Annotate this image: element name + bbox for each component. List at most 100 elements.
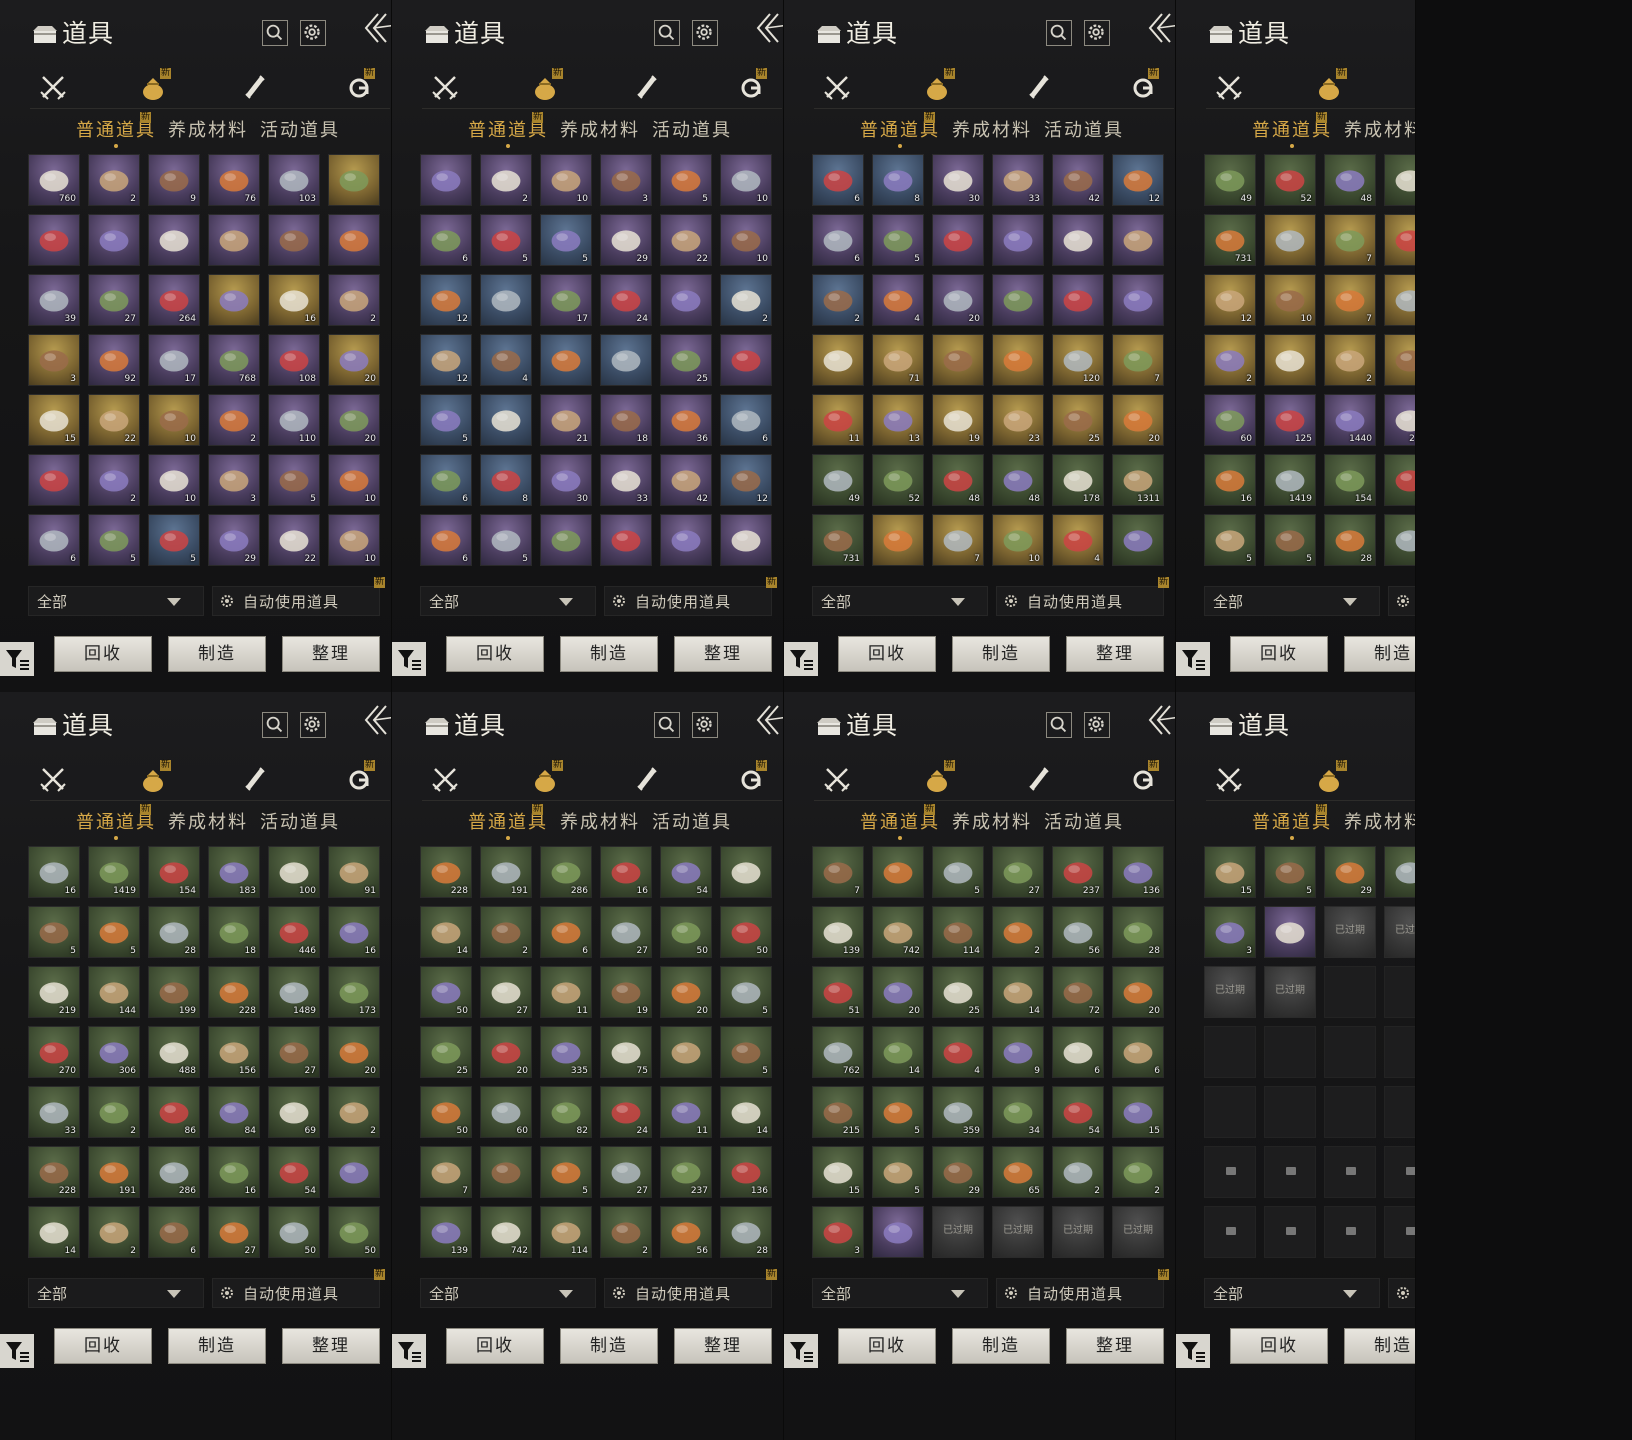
item-slot[interactable]: 27 xyxy=(88,274,140,326)
auto-use-button[interactable]: 自动使用道具 新 xyxy=(996,1269,1169,1308)
item-slot[interactable]: 768 xyxy=(208,334,260,386)
item-slot[interactable] xyxy=(148,214,200,266)
item-slot[interactable]: 5 xyxy=(148,514,200,566)
item-slot[interactable]: 11 xyxy=(812,394,864,446)
item-slot[interactable]: 51 xyxy=(812,966,864,1018)
item-slot[interactable]: 488 xyxy=(148,1026,200,1078)
item-slot[interactable]: 11 xyxy=(540,966,592,1018)
item-slot[interactable]: 7 xyxy=(812,846,864,898)
item-slot[interactable]: 12 xyxy=(420,274,472,326)
item-slot[interactable]: 2 xyxy=(328,1086,380,1138)
item-slot[interactable]: 29 xyxy=(600,214,652,266)
item-slot[interactable]: 56 xyxy=(660,1206,712,1258)
craft-button[interactable]: 制造 xyxy=(952,636,1050,672)
item-slot[interactable] xyxy=(208,214,260,266)
item-slot[interactable]: 14 xyxy=(992,966,1044,1018)
item-slot[interactable]: 9 xyxy=(992,1026,1044,1078)
search-button[interactable] xyxy=(1046,20,1072,46)
item-slot[interactable]: 已过期 xyxy=(1384,906,1415,958)
item-slot[interactable]: 50 xyxy=(420,966,472,1018)
item-slot[interactable]: 27 xyxy=(600,906,652,958)
search-button[interactable] xyxy=(262,712,288,738)
item-slot[interactable]: 2 xyxy=(600,1206,652,1258)
organize-button[interactable]: 整理 xyxy=(282,1328,380,1364)
item-slot[interactable]: 12 xyxy=(720,454,772,506)
category-scrolls[interactable] xyxy=(632,764,662,794)
item-slot[interactable]: 5 xyxy=(480,514,532,566)
organize-button[interactable]: 整理 xyxy=(1066,636,1164,672)
item-slot[interactable]: 25 xyxy=(1052,394,1104,446)
item-slot[interactable]: 742 xyxy=(872,906,924,958)
item-slot[interactable]: 13 xyxy=(1384,274,1415,326)
item-slot[interactable]: 2 xyxy=(720,274,772,326)
item-slot[interactable]: 5 xyxy=(480,214,532,266)
item-slot[interactable]: 20 xyxy=(328,394,380,446)
category-gifts[interactable]: 新 xyxy=(738,760,768,794)
item-slot[interactable] xyxy=(28,214,80,266)
search-button[interactable] xyxy=(1046,712,1072,738)
item-slot[interactable]: 2 xyxy=(992,906,1044,958)
item-slot[interactable]: 15 xyxy=(1204,846,1256,898)
filter-dropdown[interactable]: 全部 xyxy=(420,1278,596,1308)
item-slot[interactable]: 237 xyxy=(660,1146,712,1198)
category-equipment[interactable] xyxy=(430,72,460,102)
category-items[interactable]: 新 xyxy=(922,760,956,794)
item-slot[interactable] xyxy=(660,1026,712,1078)
craft-button[interactable]: 制造 xyxy=(952,1328,1050,1364)
craft-button[interactable]: 制造 xyxy=(168,1328,266,1364)
item-slot[interactable]: 2 xyxy=(1324,334,1376,386)
item-slot[interactable]: 39 xyxy=(28,274,80,326)
search-button[interactable] xyxy=(654,20,680,46)
item-slot[interactable]: 5 xyxy=(872,1086,924,1138)
item-slot[interactable]: 已过期 xyxy=(1264,966,1316,1018)
empty-slot[interactable] xyxy=(1204,1206,1256,1258)
filter-dropdown[interactable]: 全部 xyxy=(28,1278,204,1308)
item-slot[interactable]: 49 xyxy=(1204,154,1256,206)
item-slot[interactable]: 10 xyxy=(328,454,380,506)
item-slot[interactable]: 2 xyxy=(88,454,140,506)
item-slot[interactable] xyxy=(600,514,652,566)
item-slot[interactable] xyxy=(1112,274,1164,326)
item-slot[interactable]: 18 xyxy=(600,394,652,446)
item-slot[interactable] xyxy=(992,274,1044,326)
item-slot[interactable]: 191 xyxy=(480,846,532,898)
tab-materials[interactable]: 养成材料 xyxy=(952,808,1032,834)
item-slot[interactable]: 136 xyxy=(720,1146,772,1198)
item-slot[interactable]: 2 xyxy=(1052,1146,1104,1198)
item-slot[interactable]: 125 xyxy=(1264,394,1316,446)
item-slot[interactable]: 5 xyxy=(540,214,592,266)
category-gifts[interactable]: 新 xyxy=(738,68,768,102)
item-slot[interactable]: 762 xyxy=(812,1026,864,1078)
item-slot[interactable]: 14 xyxy=(28,1206,80,1258)
item-slot[interactable]: 10 xyxy=(720,214,772,266)
item-slot[interactable]: 5 xyxy=(88,514,140,566)
category-equipment[interactable] xyxy=(822,72,852,102)
item-slot[interactable]: 已过期 xyxy=(1112,1206,1164,1258)
item-slot[interactable]: 23 xyxy=(992,394,1044,446)
recycle-button[interactable]: 回收 xyxy=(838,1328,936,1364)
item-slot[interactable]: 52 xyxy=(1264,154,1316,206)
item-slot[interactable]: 60 xyxy=(1204,394,1256,446)
filter-dropdown[interactable]: 全部 xyxy=(28,586,204,616)
item-slot[interactable] xyxy=(540,514,592,566)
settings-button[interactable] xyxy=(300,712,326,738)
item-slot[interactable]: 10 xyxy=(992,514,1044,566)
item-slot[interactable]: 6 xyxy=(1052,1026,1104,1078)
item-slot[interactable]: 16 xyxy=(28,846,80,898)
item-slot[interactable]: 5 xyxy=(720,1026,772,1078)
item-slot[interactable]: 14 xyxy=(720,1086,772,1138)
back-arrow-icon[interactable] xyxy=(752,702,784,742)
item-slot[interactable]: 28 xyxy=(148,906,200,958)
item-slot[interactable] xyxy=(812,334,864,386)
tab-materials[interactable]: 养成材料 xyxy=(1344,116,1415,142)
category-equipment[interactable] xyxy=(38,72,68,102)
item-slot[interactable]: 16 xyxy=(208,1146,260,1198)
item-slot[interactable]: 15 xyxy=(28,394,80,446)
auto-use-button[interactable]: 自动使用道具 新 xyxy=(1388,1278,1415,1308)
item-slot[interactable]: 173 xyxy=(328,966,380,1018)
item-slot[interactable]: 4 xyxy=(480,334,532,386)
category-items[interactable]: 新 xyxy=(1314,68,1348,102)
category-scrolls[interactable] xyxy=(240,764,270,794)
item-slot[interactable]: 3 xyxy=(28,334,80,386)
item-slot[interactable] xyxy=(720,514,772,566)
